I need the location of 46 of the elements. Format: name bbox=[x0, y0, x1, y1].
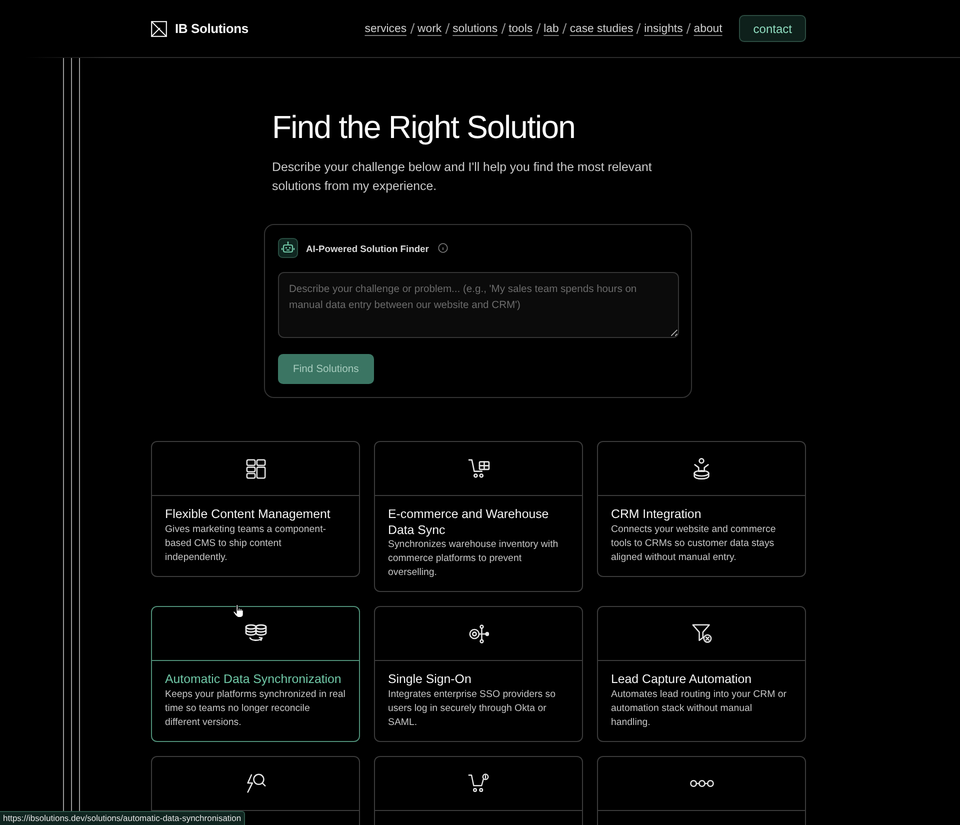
card-title: Automatic Data Synchronization bbox=[165, 672, 342, 688]
nav-link[interactable]: case studies bbox=[570, 22, 634, 34]
card-title: E-commerce and Warehouse Data Sync bbox=[388, 507, 550, 538]
card-title: Lead Capture Automation bbox=[611, 672, 753, 688]
card-description: Automates lead routing into your CRM or automation stack without manual handling. bbox=[611, 688, 788, 730]
card-description: Synchronizes warehouse inventory with commerce platforms to prevent overselling. bbox=[388, 538, 560, 580]
blocks-icon bbox=[246, 458, 266, 478]
nav-link[interactable]: solutions bbox=[452, 22, 498, 34]
page-title: Find the Right Solution bbox=[272, 108, 576, 146]
contact-button[interactable]: contact bbox=[739, 15, 806, 42]
info-icon[interactable] bbox=[438, 243, 448, 253]
magnifier-bolt-icon bbox=[246, 772, 266, 794]
pointer-cursor-icon bbox=[233, 604, 244, 618]
robot-icon bbox=[278, 238, 298, 258]
solution-card[interactable]: Single Sign-On Integrates enterprise SSO providers so users log in securely through Okta or SAML. bbox=[374, 606, 583, 742]
link-status-tooltip: https://ibsolutions.dev/solutions/automatic-data-synchronisation bbox=[0, 811, 246, 825]
finder-title: AI-Powered Solution Finder bbox=[306, 242, 429, 254]
nav-link[interactable]: lab bbox=[544, 22, 559, 34]
solution-card[interactable]: Lead Capture Automation Automates lead routing into your CRM or automation stack without manual handling. bbox=[597, 606, 806, 742]
target-nodes-icon bbox=[468, 624, 488, 644]
cart-grid-icon bbox=[468, 459, 490, 478]
nav-link[interactable]: tools bbox=[508, 22, 533, 34]
nav-link[interactable]: about bbox=[694, 22, 722, 34]
funnel-icon bbox=[692, 624, 712, 644]
cart-coin-icon bbox=[468, 773, 489, 793]
challenge-input[interactable]: Describe your challenge or problem... (e.g., 'My sales team spends hours on manual data entry between our website and CRM') bbox=[278, 272, 679, 338]
logo-icon[interactable] bbox=[151, 20, 167, 36]
intro-text: Describe your challenge below and I'll help you find the most relevant solutions from my experience. bbox=[272, 159, 653, 195]
nav-link[interactable]: services bbox=[364, 22, 407, 34]
card-title: Flexible Content Management bbox=[165, 507, 332, 522]
card-description: Integrates enterprise SSO providers so users log in securely through Okta or SAML. bbox=[388, 688, 556, 730]
card-description: Connects your website and commerce tools to CRMs so customer data stays aligned without manual entry. bbox=[611, 522, 777, 564]
solution-card[interactable]: Flexible Content Management Gives marketing teams a component-based CMS to ship content independently. bbox=[151, 441, 360, 576]
nav-link[interactable]: work bbox=[418, 22, 442, 34]
nav-link[interactable]: insights bbox=[644, 22, 683, 34]
brand-name[interactable]: IB Solutions bbox=[175, 21, 248, 36]
card-description: Keeps your platforms synchronized in real time so teams no longer reconcile different versions. bbox=[165, 688, 346, 730]
linked-circles-icon bbox=[690, 778, 714, 788]
person-ring-icon bbox=[692, 458, 711, 480]
card-description: Gives marketing teams a component-based CMS to ship content independently. bbox=[165, 522, 327, 564]
card-title: CRM Integration bbox=[611, 507, 702, 522]
databases-icon bbox=[244, 624, 266, 643]
solution-card[interactable]: Automatic Data Synchronization Keeps your platforms synchronized in real time so teams no longer reconcile different versions. bbox=[151, 606, 360, 742]
solution-card[interactable]: E-commerce and Warehouse Data Sync Synchronizes warehouse inventory with commerce platforms to prevent overselling. bbox=[374, 441, 583, 592]
card-title: Single Sign-On bbox=[388, 672, 472, 688]
solution-card[interactable]: CRM Integration Connects your website and commerce tools to CRMs so customer data stays aligned without manual entry. bbox=[597, 441, 806, 576]
